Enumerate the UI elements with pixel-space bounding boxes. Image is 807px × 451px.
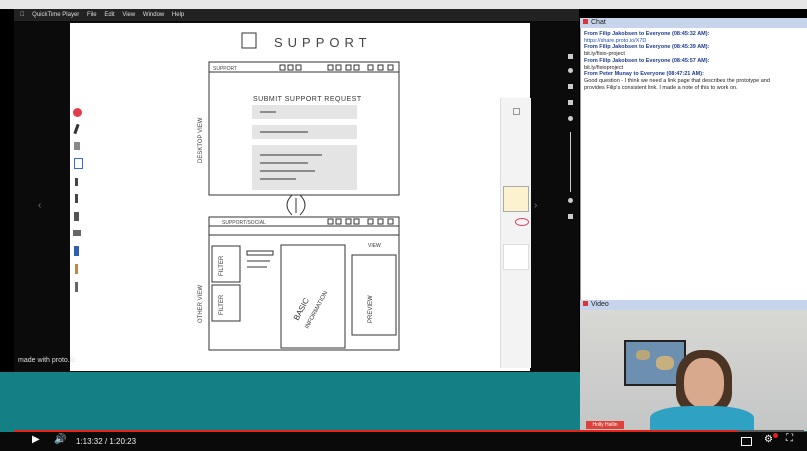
ellipse-tool-icon[interactable]: [515, 218, 529, 226]
tool-icon-5[interactable]: [568, 116, 573, 121]
eraser-icon[interactable]: [75, 282, 78, 292]
thumbnail-2[interactable]: [503, 244, 529, 270]
play-icon[interactable]: ▶: [32, 434, 40, 445]
time-display: 1:13:32 / 1:20:23: [76, 437, 137, 446]
volume-icon[interactable]: 🔊: [54, 434, 66, 445]
preview-label: PREVIEW: [368, 295, 374, 323]
zoom-slider[interactable]: [570, 132, 571, 192]
other-view-label: OTHER VIEW: [198, 285, 204, 323]
mac-menu-bar:  QuickTime Player File Edit View Window…: [14, 9, 579, 21]
chat-from-4: From Peter Munay to Everyone (08:47:21 A…: [584, 71, 704, 78]
window-title-2: SUPPORT/SOCIAL: [222, 220, 266, 226]
menu-help[interactable]: Help: [172, 12, 184, 18]
sketch-title: SUPPORT: [274, 35, 372, 50]
side-tool-strip: [566, 46, 576, 236]
menu-file[interactable]: File: [87, 12, 97, 18]
crayon-icon[interactable]: [73, 230, 81, 236]
name-tag: Holly Hallin: [586, 421, 624, 429]
fine-pen-icon[interactable]: [75, 194, 78, 203]
blue-pen-icon[interactable]: [74, 246, 79, 256]
view-label: VIEW: [368, 243, 381, 249]
menu-view[interactable]: View: [122, 12, 135, 18]
apple-icon[interactable]: : [20, 12, 25, 18]
menu-window[interactable]: Window: [143, 12, 164, 18]
thumb-toggle-icon[interactable]: [513, 108, 520, 115]
video-close-icon[interactable]: [583, 301, 588, 306]
color-red-swatch[interactable]: [73, 108, 82, 117]
form-heading: SUBMIT SUPPORT REQUEST: [253, 96, 362, 103]
window-title-1: SUPPORT: [213, 66, 237, 72]
tool-icon-2[interactable]: [568, 68, 573, 73]
other-window-sketch: [208, 216, 400, 351]
brush-icon[interactable]: [75, 178, 78, 186]
presenter-face: [684, 358, 724, 408]
drawing-tools: [71, 123, 85, 300]
tool-icon-6[interactable]: [568, 198, 573, 203]
captions-icon[interactable]: [741, 437, 752, 446]
webcam-video: Holly Hallin: [580, 310, 807, 431]
chat-link-1[interactable]: https://share.proto.io/X7D: [584, 38, 804, 45]
tool-icon-7[interactable]: [568, 214, 573, 219]
watermark: made with proto.io: [18, 357, 76, 364]
information-label: INFORMATION: [304, 290, 329, 330]
chat-messages: From Filip Jakobsen to Everyone (08:45:3…: [584, 31, 804, 91]
page-thumbnails: [500, 98, 531, 368]
filter-label-1: FILTER: [219, 255, 225, 276]
marker-icon[interactable]: [74, 142, 80, 150]
menu-edit[interactable]: Edit: [104, 12, 114, 18]
menu-app[interactable]: QuickTime Player: [32, 12, 79, 18]
chat-header: Chat: [580, 18, 807, 28]
whiteboard: SUPPORT SUPPORT SUBMIT SUPPORT REQUEST D…: [70, 23, 530, 371]
tool-icon-1[interactable]: [568, 54, 573, 59]
video-header: Video: [580, 300, 807, 310]
filter-label-2: FILTER: [219, 294, 225, 315]
tool-icon-4[interactable]: [568, 100, 573, 105]
teal-banner: [0, 372, 580, 432]
pencil-icon[interactable]: [75, 264, 78, 274]
video-title: Video: [591, 301, 609, 308]
chat-from-2: From Filip Jakobsen to Everyone (08:45:3…: [584, 44, 710, 51]
presenter-shirt: [650, 406, 754, 431]
settings-icon[interactable]: ⚙: [764, 434, 773, 445]
chat-title: Chat: [591, 19, 606, 26]
next-arrow-icon[interactable]: ›: [534, 200, 537, 211]
chat-from-1: From Filip Jakobsen to Everyone (08:45:3…: [584, 31, 710, 37]
desktop-view-label: DESKTOP VIEW: [198, 117, 204, 163]
tool-icon-3[interactable]: [568, 84, 573, 89]
thumbnail-1[interactable]: [503, 186, 529, 212]
chat-text-3: bit.ly/fixioproject: [584, 64, 624, 71]
hd-badge: [773, 433, 778, 438]
whiteboard-sketch: SUPPORT SUPPORT SUBMIT SUPPORT REQUEST D…: [198, 32, 400, 351]
top-bar: [0, 0, 807, 9]
logo-box: [241, 32, 257, 49]
chat-text-2: bit.ly/fixio-project: [584, 51, 625, 58]
pencil-selected-icon[interactable]: [74, 158, 83, 169]
chat-from-3: From Filip Jakobsen to Everyone (08:45:5…: [584, 57, 710, 64]
highlighter-icon[interactable]: [74, 212, 79, 221]
fullscreen-icon[interactable]: ⛶: [786, 433, 793, 444]
chat-text-4b: provides Filip's consistent link. I made…: [584, 84, 738, 91]
prev-arrow-icon[interactable]: ‹: [38, 200, 41, 211]
chat-close-icon[interactable]: [583, 19, 588, 24]
pen-icon[interactable]: [73, 123, 80, 135]
chat-text-4: Good question - I think we need a link p…: [584, 77, 770, 84]
